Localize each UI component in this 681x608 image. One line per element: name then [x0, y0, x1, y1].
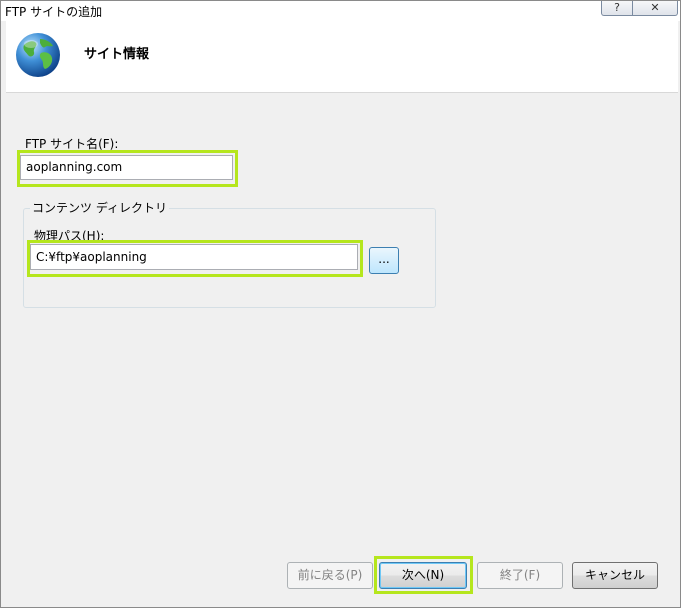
page-title: サイト情報 [84, 47, 150, 62]
help-button[interactable]: ? [601, 1, 633, 16]
help-icon: ? [614, 1, 620, 14]
physical-path-input[interactable]: C:¥ftp¥aoplanning [30, 244, 358, 270]
title-bar: FTP サイトの追加 ? ✕ [1, 1, 680, 21]
ellipsis-icon: ... [378, 252, 390, 266]
finish-button-label: 終了(F) [499, 568, 541, 582]
cancel-button-label: キャンセル [584, 568, 645, 582]
add-ftp-site-dialog: FTP サイトの追加 ? ✕ サイト情報 FTP サイト名(F): aoplan… [0, 0, 681, 608]
window-title: FTP サイトの追加 [5, 5, 103, 19]
previous-button-label: 前に戻る(P) [297, 568, 363, 582]
globe-icon [16, 33, 60, 77]
browse-button[interactable]: ... [369, 247, 399, 274]
next-button-label: 次へ(N) [401, 568, 445, 582]
wizard-header: サイト情報 [6, 21, 678, 93]
content-directory-caption: コンテンツ ディレクトリ [30, 199, 169, 216]
site-name-input[interactable]: aoplanning.com [20, 155, 233, 180]
finish-button[interactable]: 終了(F) [477, 562, 563, 589]
close-button[interactable]: ✕ [632, 1, 678, 16]
cancel-button[interactable]: キャンセル [572, 562, 658, 589]
next-button[interactable]: 次へ(N) [379, 562, 467, 589]
close-icon: ✕ [650, 1, 660, 14]
site-name-value: aoplanning.com [26, 160, 123, 174]
physical-path-value: C:¥ftp¥aoplanning [36, 250, 147, 264]
previous-button[interactable]: 前に戻る(P) [287, 562, 373, 589]
